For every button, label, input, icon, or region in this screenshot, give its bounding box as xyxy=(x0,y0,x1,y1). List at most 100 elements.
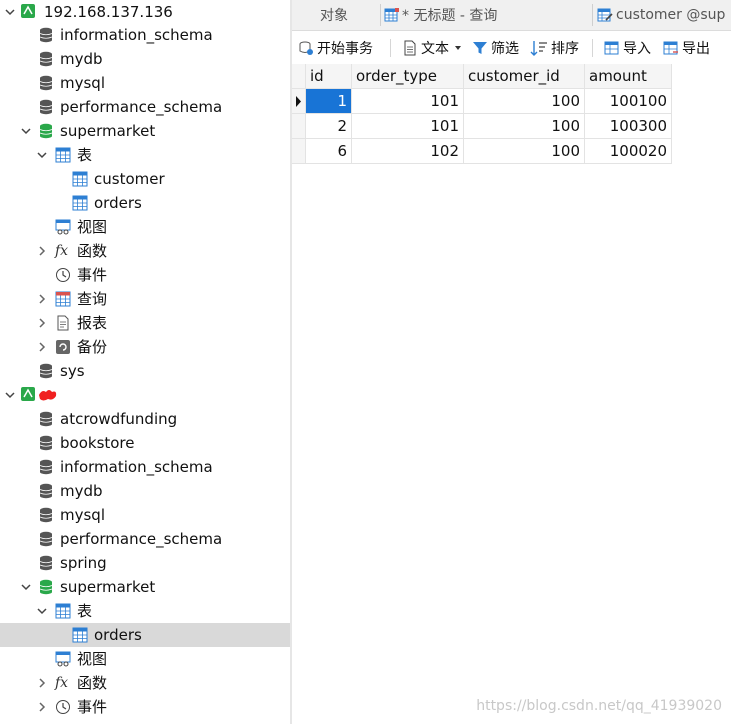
chevron-right-icon[interactable] xyxy=(36,317,48,329)
database-label: bookstore xyxy=(60,434,135,452)
tab-divider xyxy=(380,4,381,26)
chevron-down-icon[interactable] xyxy=(36,605,48,617)
grid-cell[interactable]: 100020 xyxy=(585,139,672,164)
chevron-right-icon[interactable] xyxy=(36,677,48,689)
grid-cell[interactable]: 101 xyxy=(352,89,464,114)
reports-folder[interactable]: 报表 xyxy=(0,311,290,335)
column-header-amount[interactable]: amount xyxy=(585,64,672,89)
transaction-icon xyxy=(299,41,313,55)
views-folder[interactable]: 视图 xyxy=(0,647,290,671)
connection-node[interactable] xyxy=(0,383,290,407)
row-indicator[interactable] xyxy=(292,139,306,164)
database-node[interactable]: performance_schema xyxy=(0,527,290,551)
text-view-button[interactable]: 文本 xyxy=(402,37,466,59)
chevron-right-icon[interactable] xyxy=(36,341,48,353)
events-folder[interactable]: 事件 xyxy=(0,695,290,719)
row-indicator[interactable] xyxy=(292,114,306,139)
database-node[interactable]: atcrowdfunding xyxy=(0,407,290,431)
grid-cell[interactable]: 100 xyxy=(464,114,585,139)
database-node[interactable]: mydb xyxy=(0,479,290,503)
database-node[interactable]: information_schema xyxy=(0,23,290,47)
connection-icon xyxy=(21,387,35,401)
tab-objects[interactable]: 对象 xyxy=(320,0,380,30)
chevron-down-icon[interactable] xyxy=(4,6,16,18)
grid-cell[interactable]: 102 xyxy=(352,139,464,164)
grid-cell[interactable]: 100 xyxy=(464,89,585,114)
export-button[interactable]: 导出 xyxy=(663,37,710,59)
data-grid[interactable]: id order_type customer_id amount 1 101 1… xyxy=(292,64,731,724)
current-row-arrow-icon xyxy=(296,96,301,107)
table-node[interactable]: orders xyxy=(0,191,290,215)
navigation-tree[interactable]: 192.168.137.136 information_schema mydb … xyxy=(0,0,290,724)
database-node-active[interactable]: supermarket xyxy=(0,575,290,599)
grid-cell[interactable]: 100300 xyxy=(585,114,672,139)
grid-cell[interactable]: 100100 xyxy=(585,89,672,114)
table-icon xyxy=(72,195,88,211)
row-header-corner xyxy=(292,64,306,89)
folder-label: 事件 xyxy=(77,698,108,716)
folder-label: 报表 xyxy=(77,314,108,332)
chevron-right-icon[interactable] xyxy=(36,293,48,305)
table-node[interactable]: customer xyxy=(0,167,290,191)
button-label: 排序 xyxy=(551,41,579,57)
functions-folder[interactable]: fx 函数 xyxy=(0,239,290,263)
export-icon xyxy=(663,41,678,55)
column-header-id[interactable]: id xyxy=(306,64,352,89)
database-node[interactable]: spring xyxy=(0,551,290,575)
queries-folder[interactable]: 查询 xyxy=(0,287,290,311)
table-label: orders xyxy=(94,194,142,212)
sort-button[interactable]: 排序 xyxy=(530,37,579,59)
tab-untitled-query[interactable]: * 无标题 - 查询 xyxy=(384,0,588,30)
chevron-down-icon[interactable] xyxy=(4,389,16,401)
grid-cell[interactable]: 1 xyxy=(306,89,352,114)
tables-folder[interactable]: 表 xyxy=(0,599,290,623)
table-node-selected[interactable]: orders xyxy=(0,623,290,647)
column-header-order-type[interactable]: order_type xyxy=(352,64,464,89)
grid-cell[interactable]: 101 xyxy=(352,114,464,139)
database-icon xyxy=(39,99,53,115)
grid-cell[interactable]: 6 xyxy=(306,139,352,164)
functions-folder[interactable]: fx 函数 xyxy=(0,671,290,695)
dropdown-arrow-icon[interactable] xyxy=(453,43,463,53)
database-node[interactable]: bookstore xyxy=(0,431,290,455)
folder-label: 表 xyxy=(77,146,93,164)
table-icon xyxy=(72,627,88,643)
database-node[interactable]: information_schema xyxy=(0,455,290,479)
table-label: orders xyxy=(94,626,142,644)
database-label: sys xyxy=(60,362,85,380)
chevron-down-icon[interactable] xyxy=(36,149,48,161)
grid-cell[interactable]: 2 xyxy=(306,114,352,139)
chevron-down-icon[interactable] xyxy=(20,125,32,137)
backups-folder[interactable]: 备份 xyxy=(0,335,290,359)
folder-label: 事件 xyxy=(77,266,108,284)
redaction-mark xyxy=(39,390,57,401)
database-label: spring xyxy=(60,554,107,572)
view-icon xyxy=(55,219,71,235)
import-button[interactable]: 导入 xyxy=(604,37,651,59)
tab-customer-table[interactable]: customer @sup xyxy=(597,0,731,30)
database-node[interactable]: mysql xyxy=(0,503,290,527)
table-edit-icon xyxy=(597,8,613,22)
chevron-down-icon[interactable] xyxy=(20,581,32,593)
database-node[interactable]: mydb xyxy=(0,47,290,71)
tab-bar: 对象 * 无标题 - 查询 customer @sup xyxy=(292,0,731,31)
chevron-right-icon[interactable] xyxy=(36,701,48,713)
table-icon xyxy=(55,603,71,619)
tables-folder[interactable]: 表 xyxy=(0,143,290,167)
folder-label: 视图 xyxy=(77,650,108,668)
chevron-right-icon[interactable] xyxy=(36,245,48,257)
events-folder[interactable]: 事件 xyxy=(0,263,290,287)
database-node[interactable]: sys xyxy=(0,359,290,383)
connection-node[interactable]: 192.168.137.136 xyxy=(0,0,290,24)
database-node-active[interactable]: supermarket xyxy=(0,119,290,143)
database-node[interactable]: performance_schema xyxy=(0,95,290,119)
column-header-customer-id[interactable]: customer_id xyxy=(464,64,585,89)
database-node[interactable]: mysql xyxy=(0,71,290,95)
row-indicator[interactable] xyxy=(292,89,306,114)
filter-button[interactable]: 筛选 xyxy=(472,37,519,59)
database-icon xyxy=(39,435,53,451)
database-label: mysql xyxy=(60,74,105,92)
grid-cell[interactable]: 100 xyxy=(464,139,585,164)
begin-transaction-button[interactable]: 开始事务 xyxy=(298,37,373,59)
views-folder[interactable]: 视图 xyxy=(0,215,290,239)
